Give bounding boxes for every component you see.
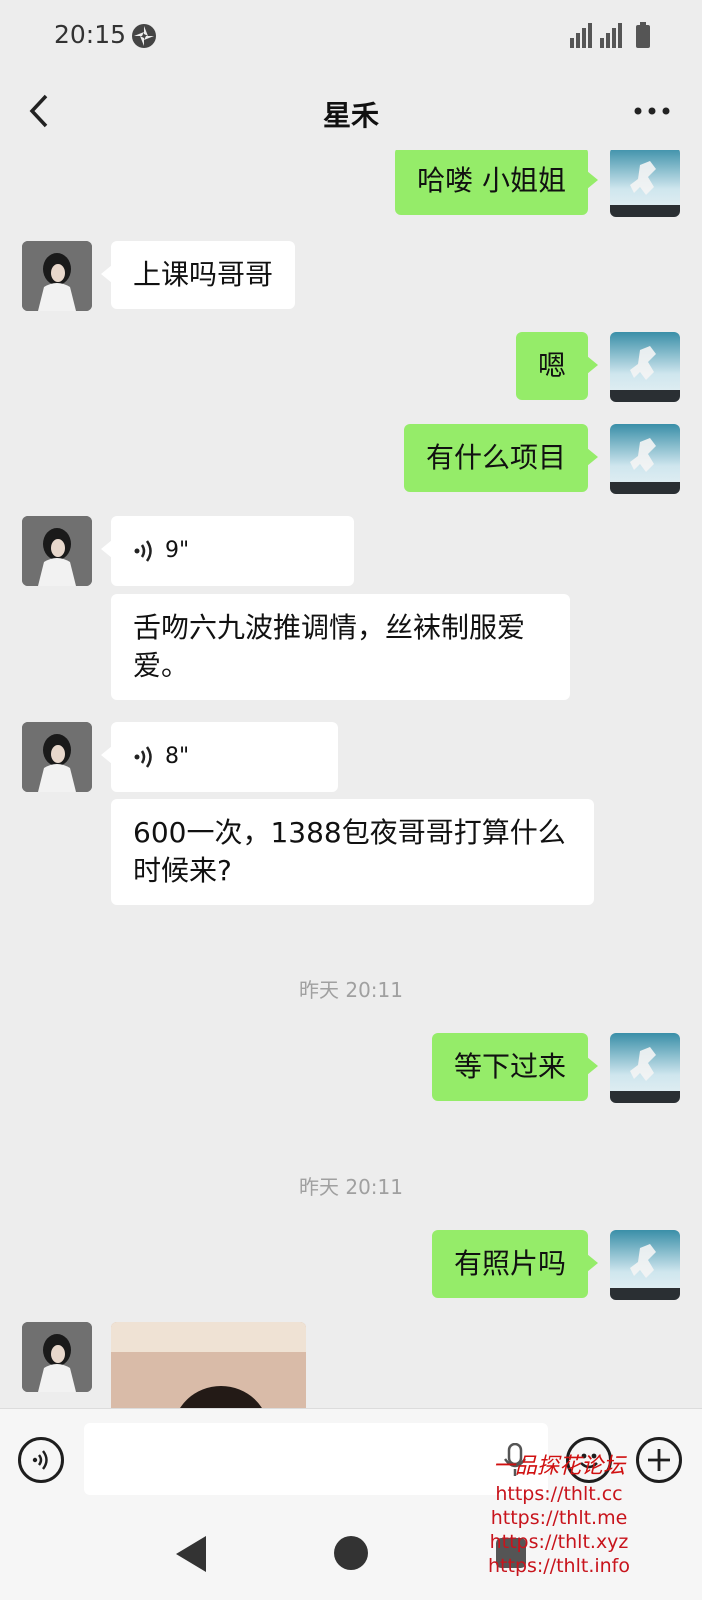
- status-bar: 20:15: [0, 0, 702, 72]
- message-bubble-self[interactable]: 等下过来: [431, 1033, 599, 1101]
- message-text: 舌吻六九波推调情，丝袜制服爱爱。: [133, 611, 526, 682]
- battery-icon: [636, 22, 650, 48]
- self-avatar-image: [610, 332, 680, 402]
- status-time: 20:15: [54, 20, 127, 49]
- message-list[interactable]: 哈喽 小姐姐 上课吗哥哥 嗯 有什么项目 9" 舌吻六九波推调情，丝袜制服爱爱。…: [0, 150, 702, 1408]
- self-avatar[interactable]: [610, 1230, 680, 1300]
- message-bubble-self[interactable]: 有照片吗: [431, 1230, 599, 1298]
- message-text: 有照片吗: [453, 1247, 566, 1280]
- voice-wave-icon: [32, 1450, 48, 1470]
- self-avatar[interactable]: [610, 424, 680, 494]
- message-text: 等下过来: [453, 1050, 566, 1083]
- self-avatar-image: [610, 424, 680, 494]
- signal-icon: [570, 23, 622, 48]
- message-bubble-self[interactable]: 哈喽 小姐姐: [395, 150, 598, 215]
- watermark: 一品探花论坛 https://thlt.cc https://thlt.me h…: [484, 1448, 634, 1578]
- photo-thumbnail: [111, 1322, 306, 1408]
- contact-avatar-image: [22, 241, 92, 311]
- watermark-url: https://thlt.info: [488, 1555, 630, 1577]
- message-bubble-other[interactable]: 600一次，1388包夜哥哥打算什么时候来?: [111, 799, 594, 905]
- message-text: 600一次，1388包夜哥哥打算什么时候来?: [133, 816, 566, 887]
- contact-avatar-image: [22, 722, 92, 792]
- message-input[interactable]: [84, 1423, 548, 1495]
- chat-title: 星禾: [322, 99, 379, 132]
- watermark-title: 一品探花论坛: [492, 1454, 625, 1479]
- voice-message-bubble[interactable]: 9": [101, 516, 354, 586]
- plus-icon: [648, 1449, 670, 1471]
- message-timestamp: 昨天 20:11: [299, 1175, 403, 1199]
- watermark-url: https://thlt.me: [490, 1507, 628, 1529]
- photo-message[interactable]: [111, 1322, 306, 1408]
- self-avatar[interactable]: [610, 150, 680, 217]
- self-avatar-image: [610, 150, 680, 217]
- voice-duration: 9": [165, 538, 190, 563]
- message-bubble-self[interactable]: 有什么项目: [403, 424, 599, 492]
- self-avatar-image: [610, 1230, 680, 1300]
- voice-message-bubble[interactable]: 8": [101, 722, 338, 792]
- message-bubble-self[interactable]: 嗯: [515, 332, 599, 400]
- contact-avatar-image: [22, 516, 92, 586]
- app-notification-icon: [132, 24, 156, 48]
- message-timestamp: 昨天 20:11: [299, 978, 403, 1002]
- voice-input-button[interactable]: [18, 1437, 64, 1483]
- message-text: 上课吗哥哥: [133, 258, 274, 291]
- more-dots-icon[interactable]: [632, 96, 672, 126]
- contact-avatar[interactable]: [22, 1322, 92, 1392]
- message-text: 有什么项目: [425, 441, 566, 474]
- voice-duration: 8": [165, 744, 190, 769]
- plus-button[interactable]: [636, 1437, 682, 1483]
- contact-avatar[interactable]: [22, 241, 92, 311]
- nav-home-icon[interactable]: [334, 1536, 368, 1570]
- chat-header: 星禾: [0, 72, 702, 150]
- self-avatar[interactable]: [610, 1033, 680, 1103]
- message-text: 哈喽 小姐姐: [417, 164, 566, 197]
- watermark-url: https://thlt.xyz: [489, 1531, 629, 1553]
- contact-avatar[interactable]: [22, 722, 92, 792]
- self-avatar[interactable]: [610, 332, 680, 402]
- nav-back-icon[interactable]: [174, 1534, 210, 1574]
- self-avatar-image: [610, 1033, 680, 1103]
- watermark-url: https://thlt.cc: [495, 1483, 623, 1505]
- voice-wave-icon: [134, 746, 152, 768]
- message-text: 嗯: [537, 349, 566, 382]
- contact-avatar-image: [22, 1322, 92, 1392]
- contact-avatar[interactable]: [22, 516, 92, 586]
- voice-wave-icon: [134, 540, 152, 562]
- message-bubble-other[interactable]: 上课吗哥哥: [100, 241, 296, 309]
- message-bubble-other[interactable]: 舌吻六九波推调情，丝袜制服爱爱。: [111, 594, 570, 700]
